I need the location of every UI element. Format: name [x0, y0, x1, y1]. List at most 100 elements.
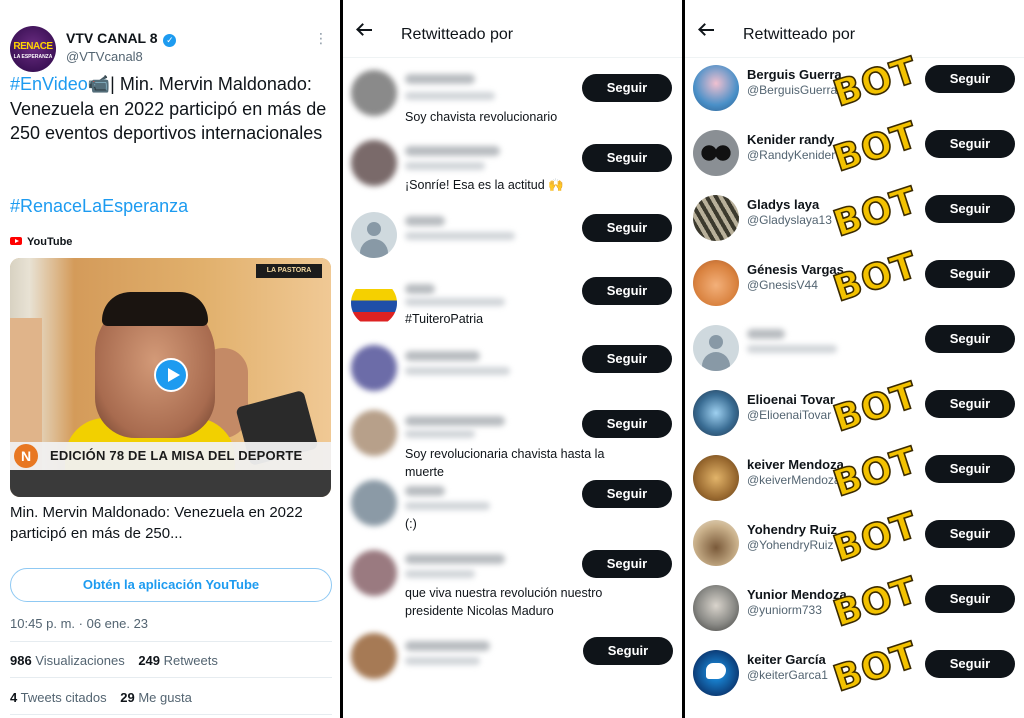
- user-handle: @Gladyslaya13: [747, 213, 832, 227]
- user-avatar[interactable]: [351, 633, 397, 679]
- back-arrow-icon[interactable]: [699, 24, 715, 36]
- get-youtube-app-button[interactable]: Obtén la aplicación YouTube: [10, 568, 332, 602]
- follow-button[interactable]: Seguir: [925, 195, 1015, 223]
- video-thumbnail[interactable]: LA PASTORA N EDICIÓN 78 DE LA MISA DEL D…: [10, 258, 331, 497]
- user-avatar[interactable]: [693, 650, 739, 696]
- user-name-blurred: [405, 74, 475, 84]
- user-handle: @ElioenaiTovar: [747, 408, 832, 422]
- user-avatar[interactable]: [693, 130, 739, 176]
- user-name-blurred: [747, 329, 785, 339]
- channel-logo-icon: N: [14, 444, 38, 468]
- user-avatar[interactable]: [351, 410, 397, 456]
- user-avatar[interactable]: [693, 260, 739, 306]
- user-avatar[interactable]: [351, 70, 397, 116]
- user-bio: ¡Sonríe! Esa es la actitud 🙌: [405, 178, 564, 192]
- quotes-count: 4: [10, 690, 18, 705]
- link-source-label: YouTube: [27, 236, 73, 248]
- user-handle: @GnesisV44: [747, 278, 818, 292]
- bird-icon: [706, 663, 726, 679]
- video-location-badge: LA PASTORA: [256, 264, 322, 278]
- follow-button[interactable]: Seguir: [582, 410, 672, 438]
- user-handle-blurred: [405, 657, 480, 665]
- follow-button[interactable]: Seguir: [925, 650, 1015, 678]
- follow-button[interactable]: Seguir: [925, 65, 1015, 93]
- divider: [10, 714, 332, 715]
- bot-stamp: BOT: [828, 244, 924, 311]
- flag-avatar[interactable]: [351, 280, 397, 326]
- user-handle: @BerguisGuerra: [747, 83, 838, 97]
- user-handle-blurred: [405, 367, 510, 375]
- user-name-blurred: [405, 486, 445, 496]
- user-avatar[interactable]: [693, 455, 739, 501]
- follow-button[interactable]: Seguir: [925, 130, 1015, 158]
- account-name-text: VTV CANAL 8: [66, 30, 158, 46]
- follow-button[interactable]: Seguir: [582, 480, 672, 508]
- user-handle-blurred: [405, 232, 515, 240]
- retweets-link[interactable]: 249 Retweets: [138, 653, 218, 668]
- hashtag-renace[interactable]: #RenaceLaEsperanza: [10, 196, 188, 217]
- user-avatar[interactable]: [351, 480, 397, 526]
- user-avatar[interactable]: [693, 585, 739, 631]
- user-handle-blurred: [405, 298, 505, 306]
- user-avatar[interactable]: [693, 195, 739, 241]
- user-handle: @yuniorm733: [747, 603, 822, 617]
- play-icon[interactable]: [154, 358, 188, 392]
- video-speaker-hair: [102, 292, 208, 326]
- user-handle-blurred: [405, 430, 475, 438]
- quotes-link[interactable]: 4 Tweets citados: [10, 690, 107, 705]
- user-bio: #TuiteroPatria: [405, 312, 484, 326]
- follow-button[interactable]: Seguir: [925, 325, 1015, 353]
- user-name: Berguis Guerra: [747, 67, 842, 82]
- tweet-timestamp[interactable]: 10:45 p. m. · 06 ene. 23: [10, 616, 148, 631]
- user-avatar[interactable]: [351, 550, 397, 596]
- user-avatar[interactable]: [693, 65, 739, 111]
- youtube-icon: [10, 237, 22, 245]
- user-name: Kenider randy: [747, 132, 835, 147]
- follow-button[interactable]: Seguir: [925, 455, 1015, 483]
- divider: [10, 677, 332, 678]
- user-name-blurred: [405, 284, 435, 294]
- link-source: YouTube: [10, 236, 72, 248]
- follow-button[interactable]: Seguir: [925, 260, 1015, 288]
- user-handle-blurred: [405, 92, 495, 100]
- user-name-blurred: [405, 216, 445, 226]
- user-avatar[interactable]: [693, 520, 739, 566]
- follow-button[interactable]: Seguir: [582, 214, 672, 242]
- hashtag-envideo[interactable]: #EnVideo📹: [10, 74, 110, 94]
- follow-button[interactable]: Seguir: [582, 345, 672, 373]
- tweet-panel: RENACE LA ESPERANZA VTV CANAL 8 ✓ @VTVca…: [0, 0, 340, 718]
- bot-stamp: BOT: [828, 569, 924, 636]
- account-handle[interactable]: @VTVcanal8: [66, 49, 143, 64]
- follow-button[interactable]: Seguir: [583, 637, 673, 665]
- likes-link[interactable]: 29 Me gusta: [120, 690, 192, 705]
- bot-stamp: BOT: [828, 49, 924, 116]
- user-avatar[interactable]: [351, 140, 397, 186]
- views-count: 986: [10, 653, 32, 668]
- user-name: Elioenai Tovar: [747, 392, 835, 407]
- account-avatar[interactable]: RENACE LA ESPERANZA: [10, 26, 56, 72]
- default-avatar-icon[interactable]: [693, 325, 739, 371]
- follow-button[interactable]: Seguir: [582, 550, 672, 578]
- default-avatar-icon[interactable]: [351, 212, 397, 258]
- follow-button[interactable]: Seguir: [925, 585, 1015, 613]
- user-avatar[interactable]: [693, 390, 739, 436]
- user-name: keiter García: [747, 652, 826, 667]
- tweet-text: #EnVideo📹| Min. Mervin Maldonado: Venezu…: [10, 72, 328, 146]
- more-options-icon[interactable]: ⋮: [314, 30, 328, 47]
- user-handle: @keiverMendoza: [747, 473, 841, 487]
- user-handle-blurred: [405, 502, 490, 510]
- user-name-blurred: [405, 416, 505, 426]
- user-handle-blurred: [747, 345, 837, 353]
- account-name[interactable]: VTV CANAL 8 ✓: [66, 30, 177, 47]
- retweeters-panel-left: Retwitteado por Soy chavista revoluciona…: [343, 0, 682, 718]
- follow-button[interactable]: Seguir: [582, 277, 672, 305]
- user-avatar[interactable]: [351, 345, 397, 391]
- follow-button[interactable]: Seguir: [582, 144, 672, 172]
- follow-button[interactable]: Seguir: [925, 390, 1015, 418]
- card-caption[interactable]: Min. Mervin Maldonado: Venezuela en 2022…: [10, 502, 330, 544]
- follow-button[interactable]: Seguir: [582, 74, 672, 102]
- follow-button[interactable]: Seguir: [925, 520, 1015, 548]
- back-arrow-icon[interactable]: [357, 24, 373, 36]
- video-banner-text: EDICIÓN 78 DE LA MISA DEL DEPORTE: [50, 448, 303, 463]
- retweeters-title: Retwitteado por: [401, 26, 514, 43]
